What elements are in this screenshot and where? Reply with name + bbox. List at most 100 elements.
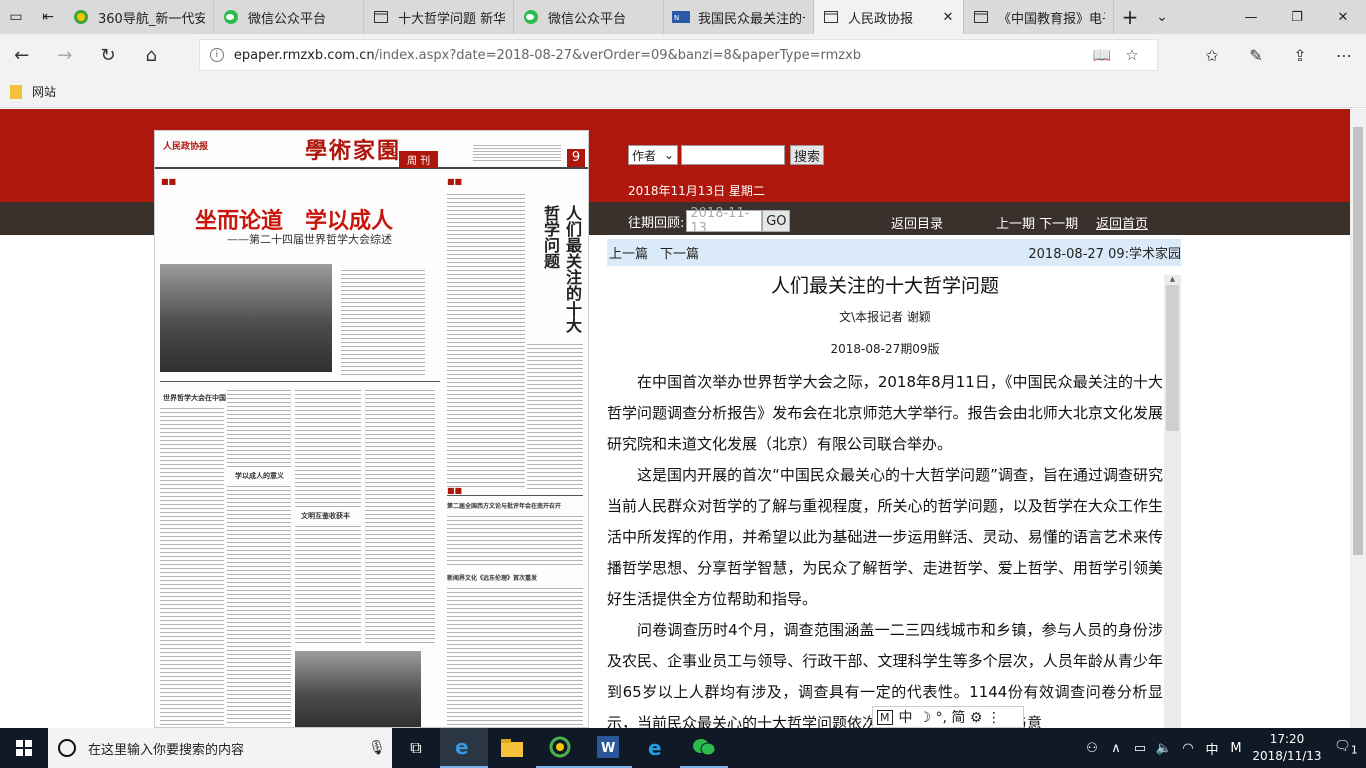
period-date-input[interactable]: 2018-11-13 [686, 206, 763, 236]
address-domain: epaper.rmzxb.com.cn [233, 47, 375, 63]
favorites-hub-icon[interactable]: ✩ [1190, 46, 1234, 65]
volume-icon[interactable]: 🔈 [1152, 741, 1176, 756]
newspaper-weekly-badge: 周 刊 [399, 151, 439, 168]
action-center-icon[interactable]: 🗨1 [1326, 739, 1366, 757]
newspaper-section-tag: ■■ [447, 486, 463, 495]
tab-wechat-2[interactable]: 微信公众平台 [514, 0, 664, 34]
set-tabs-aside-icon[interactable]: ⇤ [32, 0, 64, 34]
page-scroll-thumb[interactable] [1353, 127, 1363, 555]
newspaper-masthead: 學術家園 [305, 138, 402, 164]
system-tray: ⚇ ∧ ▭ 🔈 ◠ 中 M 17:20 2018/11/13 🗨1 [1080, 728, 1366, 768]
newspaper-logo: 人民政协报 [163, 142, 209, 152]
tab-china-education[interactable]: 《中国教育报》电子 [964, 0, 1114, 34]
task-view-icon[interactable]: ⧉ [392, 728, 440, 768]
newspaper-section-head: 文明互鉴收获丰 [301, 512, 350, 520]
newspaper-text-block [447, 191, 525, 487]
ime-extra-icons[interactable]: ☽ °, 简 ⚙ ⋮ [919, 707, 1001, 727]
svg-text:N: N [674, 14, 679, 22]
more-icon[interactable]: ⋯ [1322, 46, 1366, 65]
tray-ime-icon[interactable]: M [1224, 741, 1248, 756]
word-icon[interactable]: W [584, 728, 632, 768]
microphone-icon[interactable]: 🎙 [362, 740, 392, 756]
share-icon[interactable]: ⇪ [1278, 46, 1322, 65]
web-note-icon[interactable]: ✎ [1234, 46, 1278, 65]
tray-language[interactable]: 中 [1200, 739, 1224, 758]
tab-rmzxb[interactable]: 人民政协报 ✕ [814, 0, 964, 34]
address-bar[interactable]: i epaper.rmzxb.com.cn/index.aspx?date=20… [198, 39, 1158, 71]
tab-philosophy-xinhua[interactable]: 十大哲学问题 新华 [364, 0, 514, 34]
go-button[interactable]: GO [762, 210, 791, 232]
newspaper-section-tag: ■■ [447, 177, 463, 186]
search-button[interactable]: 搜索 [790, 145, 824, 165]
tab-360[interactable]: 360导航_新一代安全 [64, 0, 214, 34]
home-icon[interactable]: ⌂ [130, 34, 173, 76]
newspaper-subheadline: ——第二十四届世界哲学大会综述 [227, 233, 392, 246]
wifi-icon[interactable]: ◠ [1176, 741, 1200, 756]
search-field-select[interactable]: 作者 ⌄ [628, 145, 678, 165]
newspaper-text-block [295, 523, 361, 643]
newspaper-text-block [227, 387, 291, 467]
newspaper-text-block [295, 387, 361, 507]
prev-article-link[interactable]: 上一篇 [609, 243, 648, 262]
tab-preview-chevron-icon[interactable]: ⌄ [1146, 0, 1178, 34]
page-icon [822, 8, 840, 26]
back-icon[interactable]: ← [0, 34, 43, 76]
favorite-star-icon[interactable]: ☆ [1117, 46, 1147, 64]
edge-icon[interactable]: e [440, 728, 488, 768]
tab-list-icon[interactable]: ▭ [0, 0, 32, 34]
people-icon[interactable]: ⚇ [1080, 741, 1104, 756]
article-nav-bar: 上一篇 下一篇 2018-08-27 09:学术家园 [607, 239, 1181, 266]
article-paragraph: 在中国首次举办世界哲学大会之际，2018年8月11日，《中国民众最关注的十大哲学… [607, 373, 1163, 453]
prev-next-issue-link[interactable]: 上一期 下一期 [996, 213, 1078, 232]
back-to-list-link[interactable]: 返回目录 [891, 213, 943, 232]
restore-icon[interactable]: ❐ [1274, 0, 1320, 34]
article-scrollbar[interactable]: ▲ [1164, 275, 1181, 728]
minimize-icon[interactable]: — [1228, 0, 1274, 34]
newspaper-text-block [527, 341, 583, 489]
ime-mode-icon[interactable]: M [877, 709, 893, 725]
favorite-folder-websites[interactable]: 网站 [32, 83, 56, 100]
search-input[interactable] [681, 145, 785, 165]
notification-count: 1 [1350, 743, 1358, 757]
clock-date: 2018/11/13 [1252, 749, 1322, 763]
start-button[interactable] [0, 728, 48, 768]
network-icon[interactable]: ▭ [1128, 741, 1152, 756]
newspaper-text-block [365, 387, 435, 643]
next-article-link[interactable]: 下一篇 [660, 243, 699, 262]
page-scrollbar[interactable] [1350, 109, 1366, 728]
ime-toolbar[interactable]: M 中 ☽ °, 简 ⚙ ⋮ [872, 706, 1024, 728]
page-content: 人民政协报 學術家園 周 刊 9 ■■ ■■ 坐而论道 学以成人 ——第二十四届… [0, 109, 1366, 728]
scroll-up-icon[interactable]: ▲ [1164, 275, 1181, 285]
show-hidden-icons-icon[interactable]: ∧ [1104, 741, 1128, 756]
newspaper-section-head: 新闻界文化《远东伦理》首次重发 [447, 575, 538, 582]
wechat-icon[interactable] [680, 728, 728, 768]
chevron-down-icon: ⌄ [663, 148, 674, 162]
close-tab-icon[interactable]: ✕ [941, 10, 955, 25]
forward-icon[interactable]: → [43, 34, 86, 76]
taskbar-search[interactable]: 在这里输入你要搜索的内容 🎙 [48, 728, 392, 768]
file-explorer-icon[interactable] [488, 728, 536, 768]
clock-time: 17:20 [1269, 732, 1305, 746]
tab-bar: ▭ ⇤ 360导航_新一代安全 微信公众平台 十大哲学问题 新华 微信公众平台 … [0, 0, 1366, 34]
article-scroll-thumb[interactable] [1166, 285, 1179, 431]
newspaper-page-image[interactable]: 人民政协报 學術家園 周 刊 9 ■■ ■■ 坐而论道 学以成人 ——第二十四届… [154, 130, 589, 728]
new-tab-icon[interactable]: + [1114, 0, 1146, 34]
close-window-icon[interactable]: ✕ [1320, 0, 1366, 34]
page-icon [372, 8, 390, 26]
tab-news-top10[interactable]: N 我国民众最关注的十 [664, 0, 814, 34]
page-icon [972, 8, 990, 26]
reading-view-icon[interactable]: 📖 [1087, 46, 1117, 64]
tab-wechat-1[interactable]: 微信公众平台 [214, 0, 364, 34]
newspaper-header: 人民政协报 學術家園 周 刊 9 [155, 131, 588, 169]
ime-language[interactable]: 中 [899, 707, 913, 727]
navigation-bar: ← → ↻ ⌂ i epaper.rmzxb.com.cn/index.aspx… [0, 34, 1366, 76]
newspaper-section-tag: ■■ [161, 177, 177, 186]
home-link[interactable]: 返回首页 [1096, 213, 1148, 232]
clock[interactable]: 17:20 2018/11/13 [1248, 731, 1326, 765]
refresh-icon[interactable]: ↻ [86, 34, 129, 76]
360-browser-icon[interactable] [536, 728, 584, 768]
site-info-icon[interactable]: i [209, 48, 224, 62]
ie-icon[interactable]: e [632, 728, 680, 768]
article-author: 文\本报记者 谢颖 [839, 310, 931, 324]
svg-text:W: W [601, 741, 615, 756]
